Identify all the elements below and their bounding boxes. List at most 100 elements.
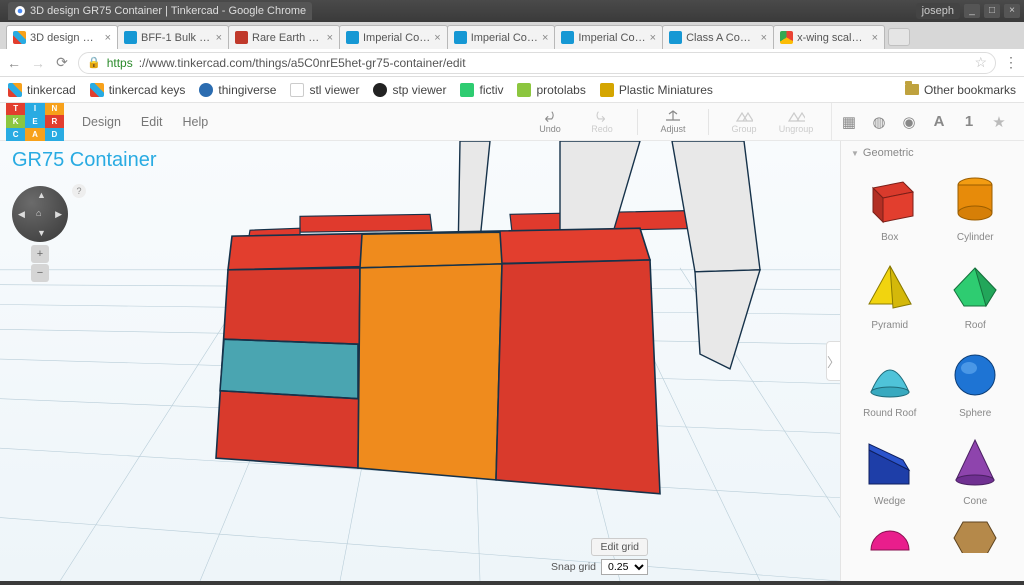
bookmark-label: stp viewer [392,83,446,97]
bookmark-item[interactable]: thingiverse [199,83,276,97]
tab-close-icon[interactable]: × [105,32,111,44]
shape-label: Cone [963,496,987,507]
browser-tab[interactable]: Imperial Co…× [339,25,448,49]
tinkercad-logo[interactable]: TIN KER CAD [6,103,64,141]
panel-collapse-button[interactable]: 〉 [826,341,840,381]
shape-cone[interactable]: Cone [935,427,1017,511]
new-tab-button[interactable] [888,28,910,46]
menu-help[interactable]: Help [182,115,208,129]
favicon-icon [8,83,22,97]
home-icon[interactable]: ⌂ [36,208,41,218]
window-minimize-button[interactable]: _ [964,4,980,18]
tab-title: 3D design GR75 Contai [30,32,101,44]
shape-pyramid[interactable]: Pyramid [849,251,931,335]
forward-button[interactable]: → [30,55,46,71]
edit-grid-button[interactable]: Edit grid [591,538,648,556]
bookmark-item[interactable]: protolabs [517,83,585,97]
menu-design[interactable]: Design [82,115,121,129]
favicon-icon [13,31,26,44]
tab-close-icon[interactable]: × [872,32,878,44]
favorites-icon[interactable]: ★ [990,113,1008,131]
undo-button[interactable]: Undo [533,109,567,134]
workplane-icon[interactable]: ▦ [840,113,858,131]
pyramid-icon [863,260,917,312]
ungroup-icon [787,109,805,123]
url-field[interactable]: 🔒 https://www.tinkercad.com/things/a5C0n… [78,52,996,74]
bookmark-item[interactable]: Plastic Miniatures [600,83,713,97]
nav-down-icon: ▼ [37,228,46,238]
favicon-icon [90,83,104,97]
bookmark-label: tinkercad keys [109,83,186,97]
browser-tab[interactable]: BFF-1 Bulk f…× [117,25,229,49]
tab-title: Rare Earth M… [252,32,323,44]
shape-panel-icon[interactable]: ◍ [870,113,888,131]
shape-sphere[interactable]: Sphere [935,339,1017,423]
reload-button[interactable]: ⟳ [54,54,70,71]
ungroup-button[interactable]: Ungroup [779,109,813,134]
bookmark-item[interactable]: tinkercad [8,83,76,97]
alt-panel-icon[interactable]: ◉ [900,113,918,131]
window-maximize-button[interactable]: □ [984,4,1000,18]
bookmark-item[interactable]: fictiv [460,83,503,97]
browser-menu-button[interactable]: ⋮ [1004,54,1018,71]
app-toolbar: TIN KER CAD Design Edit Help Undo Redo A… [0,103,1024,141]
os-app-tab[interactable]: 3D design GR75 Container | Tinkercad - G… [8,2,312,20]
favicon-icon [290,83,304,97]
bookmark-item[interactable]: tinkercad keys [90,83,186,97]
tab-close-icon[interactable]: × [761,32,767,44]
text-tool-icon[interactable]: A [930,113,948,130]
browser-tab[interactable]: Rare Earth M… × [228,25,340,49]
shape-box[interactable]: Box [849,163,931,247]
app-menus: Design Edit Help [82,115,208,129]
shape-cylinder[interactable]: Cylinder [935,163,1017,247]
os-bottom-border [0,581,1024,585]
app-body: GR75 Container ? ▲ ◀ ⌂ ▶ ▼ + − Edit grid… [0,141,1024,581]
browser-tab[interactable]: x-wing scale…× [773,25,885,49]
help-icon[interactable]: ? [72,184,86,198]
shapes-panel: Geometric Box Cylinder Pyramid [840,141,1024,581]
bookmark-star-icon[interactable]: ☆ [974,54,987,71]
wedge-icon [863,436,917,488]
viewport-3d[interactable]: GR75 Container ? ▲ ◀ ⌂ ▶ ▼ + − Edit grid… [0,141,840,581]
window-close-button[interactable]: × [1004,4,1020,18]
browser-tab[interactable]: Imperial Co… × [554,25,663,49]
number-tool-icon[interactable]: 1 [960,113,978,130]
group-button[interactable]: Group [727,109,761,134]
adjust-button[interactable]: Adjust [656,109,690,134]
half-sphere-icon [863,519,917,553]
browser-tab[interactable]: Class A Con…× [662,25,774,49]
scene-svg [0,141,840,581]
round-roof-icon [863,348,917,400]
shape-round-roof[interactable]: Round Roof [849,339,931,423]
tab-close-icon[interactable]: × [216,32,222,44]
favicon-icon [780,31,793,44]
design-title[interactable]: GR75 Container [12,149,157,172]
tab-close-icon[interactable]: × [650,32,656,44]
other-bookmarks[interactable]: Other bookmarks [905,83,1016,97]
browser-tab[interactable]: 3D design GR75 Contai × [6,25,118,49]
back-button[interactable]: ← [6,55,22,71]
shape-wedge[interactable]: Wedge [849,427,931,511]
snap-grid-label: Snap grid [551,561,596,573]
zoom-in-button[interactable]: + [31,245,49,263]
orbit-navball[interactable]: ▲ ◀ ⌂ ▶ ▼ [12,186,68,242]
tab-close-icon[interactable]: × [434,32,440,44]
menu-edit[interactable]: Edit [141,115,163,129]
shapes-category-header[interactable]: Geometric [841,141,1024,163]
tab-title: Imperial Co… [578,32,645,44]
zoom-out-button[interactable]: − [31,264,49,282]
shape-half-sphere[interactable] [849,515,931,557]
redo-button[interactable]: Redo [585,109,619,134]
bookmark-item[interactable]: stp viewer [373,83,446,97]
tab-close-icon[interactable]: × [542,32,548,44]
tab-close-icon[interactable]: × [327,32,333,44]
shape-polygon-prism[interactable] [935,515,1017,557]
os-app-title: 3D design GR75 Container | Tinkercad - G… [30,5,306,17]
shape-roof[interactable]: Roof [935,251,1017,335]
cylinder-icon [948,172,1002,224]
browser-tab[interactable]: Imperial Co… × [447,25,556,49]
bookmark-item[interactable]: stl viewer [290,83,359,97]
shape-label: Pyramid [871,320,908,331]
tab-title: Imperial Co… [471,32,538,44]
snap-grid-select[interactable]: 0.25 [601,559,648,575]
